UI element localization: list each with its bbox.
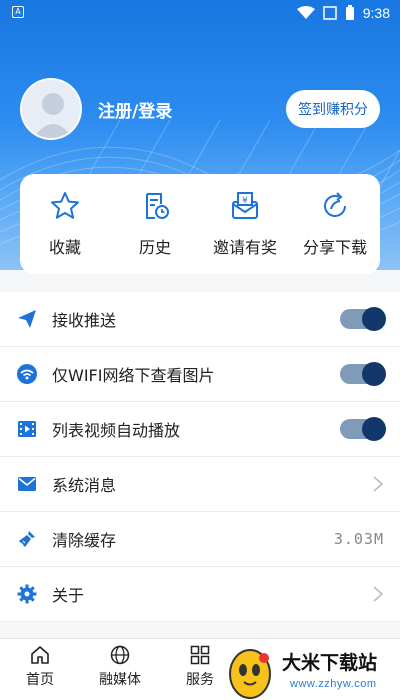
quick-action-label: 邀请有奖	[212, 238, 277, 257]
quick-action-label: 历史	[138, 238, 171, 257]
grid-icon	[190, 645, 210, 665]
mail-icon	[18, 477, 36, 491]
status-time: 9:38	[362, 5, 390, 21]
setting-system-messages[interactable]: 系统消息	[0, 457, 400, 512]
nav-label: 首页	[26, 672, 54, 688]
wifi-icon	[17, 364, 37, 384]
gear-icon-wrap	[16, 583, 38, 605]
home-icon	[31, 646, 49, 664]
quick-action-label: 分享下载	[302, 238, 367, 257]
quick-action-invite[interactable]: ¥ 邀请有奖	[200, 190, 290, 258]
battery-icon	[345, 5, 354, 20]
watermark-url: www.zzhyw.com	[290, 678, 377, 690]
broom-icon	[19, 531, 35, 547]
user-placeholder-icon	[33, 93, 73, 138]
wifi-icon-wrap	[16, 363, 38, 385]
setting-label: 接收推送	[52, 311, 117, 330]
cell-signal-icon	[323, 6, 337, 20]
quick-actions-card: 收藏 历史 ¥ 邀请有奖 分享下载	[20, 174, 380, 274]
quick-action-favorites[interactable]: 收藏	[20, 190, 110, 258]
video-icon	[18, 421, 36, 437]
chevron-right-icon	[373, 586, 384, 602]
setting-push[interactable]: 接收推送	[0, 292, 400, 347]
send-icon-wrap	[16, 308, 38, 330]
profile-row[interactable]: 注册/登录	[20, 78, 172, 140]
nav-label: 服务	[186, 672, 214, 688]
settings-list: 接收推送 仅WIFI网络下查看图片 列表视频自动播放 系统消息 清除缓存 3.0…	[0, 292, 400, 622]
cache-size-value: 3.03M	[333, 530, 384, 548]
sign-in-points-button[interactable]: 签到赚积分	[286, 90, 380, 128]
setting-clear-cache[interactable]: 清除缓存 3.03M	[0, 512, 400, 567]
nav-item-media[interactable]: 融媒体	[90, 645, 150, 689]
status-bar: A 9:38	[0, 0, 400, 28]
setting-label: 系统消息	[52, 476, 117, 495]
push-toggle[interactable]	[340, 307, 386, 331]
nav-item-home[interactable]: 首页	[10, 645, 70, 689]
site-watermark: 大米下载站 www.zzhyw.com	[220, 640, 400, 700]
wifi-signal-icon	[296, 6, 315, 19]
setting-label: 列表视频自动播放	[52, 421, 181, 440]
setting-wifi-images[interactable]: 仅WIFI网络下查看图片	[0, 347, 400, 402]
watermark-title: 大米下载站	[282, 652, 378, 674]
toggle-knob	[362, 417, 386, 441]
egg-mascot-logo	[229, 649, 271, 699]
quick-action-share[interactable]: 分享下载	[290, 190, 380, 258]
broom-icon-wrap	[16, 528, 38, 550]
send-icon	[18, 310, 36, 328]
gear-icon	[17, 584, 37, 604]
setting-label: 清除缓存	[52, 531, 117, 550]
toggle-knob	[362, 362, 386, 386]
notification-icon: A	[12, 6, 24, 18]
avatar[interactable]	[20, 78, 82, 140]
invite-icon: ¥	[232, 192, 258, 219]
wifi-images-toggle[interactable]	[340, 362, 386, 386]
star-icon	[51, 192, 79, 219]
globe-icon	[110, 645, 130, 665]
login-link[interactable]: 注册/登录	[98, 97, 172, 122]
setting-label: 仅WIFI网络下查看图片	[52, 366, 215, 385]
quick-action-history[interactable]: 历史	[110, 190, 200, 258]
mail-icon-wrap	[16, 473, 38, 495]
nav-label: 融媒体	[99, 672, 141, 688]
setting-about[interactable]: 关于	[0, 567, 400, 622]
share-icon	[324, 192, 346, 217]
autoplay-toggle[interactable]	[340, 417, 386, 441]
video-icon-wrap	[16, 418, 38, 440]
chevron-right-icon	[373, 476, 384, 492]
quick-action-label: 收藏	[48, 238, 81, 257]
svg-text:¥: ¥	[242, 196, 248, 206]
setting-autoplay[interactable]: 列表视频自动播放	[0, 402, 400, 457]
setting-label: 关于	[52, 586, 85, 605]
toggle-knob	[362, 307, 386, 331]
history-icon	[146, 193, 169, 219]
